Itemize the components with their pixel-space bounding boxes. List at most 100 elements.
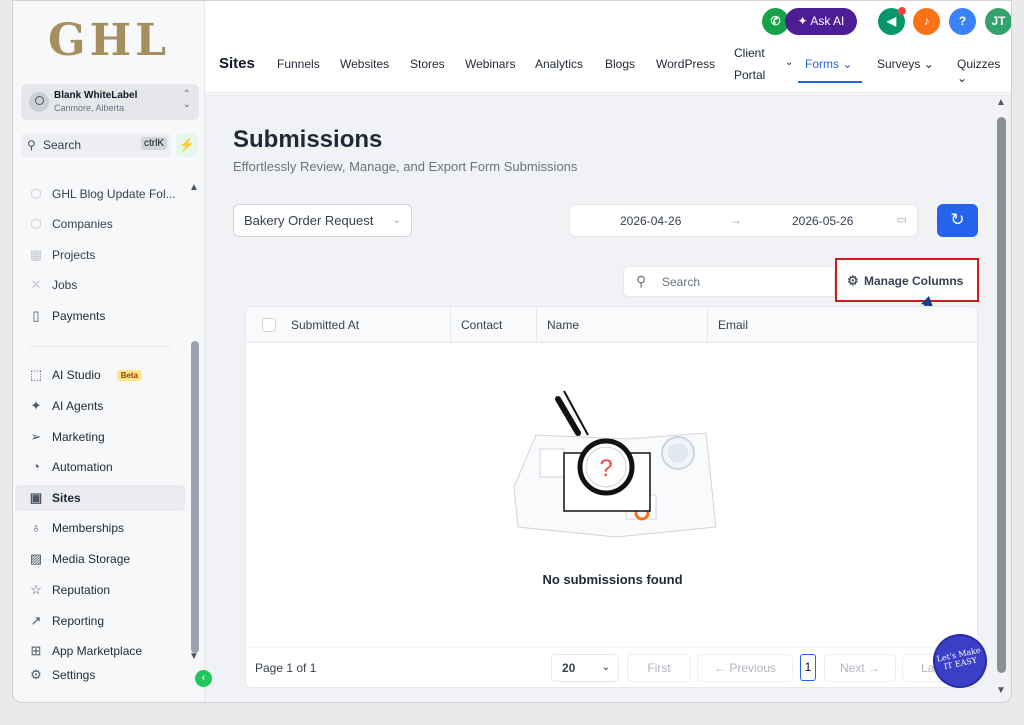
- quick-action-bolt-icon[interactable]: ⚡: [176, 133, 198, 157]
- sidebar-item-blog-folder[interactable]: ⬡ GHL Blog Update Fol...: [15, 181, 185, 207]
- submissions-search-input[interactable]: ⚲ Search: [623, 266, 835, 297]
- search-icon: ⚲: [636, 273, 647, 289]
- current-page-button[interactable]: 1: [800, 654, 816, 681]
- date-range-picker[interactable]: 2026-04-26 → 2026-05-26 ▭: [569, 204, 918, 237]
- next-page-button[interactable]: Next →: [824, 654, 896, 682]
- receipt-icon: ▯: [32, 308, 40, 323]
- sidebar-item-label: Payments: [52, 309, 106, 323]
- ai-studio-icon: ⬚: [29, 367, 43, 382]
- tab-wordpress[interactable]: WordPress: [656, 57, 715, 71]
- sidebar-item-label: Companies: [52, 217, 113, 231]
- sidebar-scroll-up-icon[interactable]: ▲: [189, 182, 199, 193]
- page-title: Submissions: [233, 126, 383, 153]
- tab-forms[interactable]: Forms ⌄: [805, 57, 852, 71]
- sidebar-item-projects[interactable]: ▦ Projects: [15, 242, 185, 268]
- sidebar-search-label: Search: [43, 138, 82, 152]
- scrollbar-thumb[interactable]: [997, 117, 1006, 673]
- scroll-down-icon[interactable]: ▼: [996, 685, 1006, 696]
- tab-stores[interactable]: Stores: [410, 57, 445, 71]
- sidebar-scroll-down-icon[interactable]: ▼: [189, 651, 199, 662]
- help-button[interactable]: ?: [949, 8, 976, 35]
- previous-page-button[interactable]: ← Previous: [697, 654, 793, 682]
- sidebar-item-marketing[interactable]: ➢ Marketing: [15, 424, 185, 450]
- sidebar-item-label: Media Storage: [52, 552, 131, 566]
- star-icon: ☆: [30, 582, 42, 597]
- empty-state-message: No submissions found: [542, 572, 683, 587]
- first-page-button[interactable]: First: [627, 654, 691, 682]
- tab-funnels[interactable]: Funnels: [277, 57, 320, 71]
- sidebar-item-label: Sites: [52, 491, 81, 505]
- search-placeholder: Search: [662, 275, 701, 289]
- award-icon: ♁: [31, 520, 41, 535]
- sidebar-search[interactable]: ⚲ Search ctrlK: [21, 133, 171, 157]
- sidebar-item-payments[interactable]: ▯ Payments: [15, 303, 185, 329]
- send-icon: ➢: [30, 429, 42, 444]
- table-header: Submitted At Contact Name Email: [246, 307, 977, 343]
- sidebar-item-label: Automation: [52, 460, 113, 474]
- column-contact[interactable]: Contact: [451, 307, 537, 343]
- tab-webinars[interactable]: Webinars: [465, 57, 515, 71]
- account-name: Blank WhiteLabel: [54, 90, 138, 101]
- sidebar-item-label: Jobs: [52, 278, 78, 292]
- previous-label: Previous: [729, 661, 777, 675]
- date-to: 2026-05-26: [792, 214, 854, 228]
- top-bar: ✆ ✦ Ask AI ◀ ♪ ? JT Sites Funnels Websit…: [205, 1, 1011, 93]
- column-name[interactable]: Name: [537, 307, 708, 343]
- briefcase-icon: ▦: [29, 247, 43, 262]
- tab-client-portal-line2[interactable]: Portal: [734, 68, 765, 82]
- sidebar-item-ai-studio[interactable]: ⬚ AI Studio Beta: [15, 362, 185, 388]
- page-scrollbar[interactable]: ▲ ▼: [994, 97, 1008, 701]
- ask-ai-button[interactable]: ✦ Ask AI: [785, 8, 857, 35]
- tab-surveys[interactable]: Surveys ⌄: [877, 57, 934, 71]
- sidebar: GHL Blank WhiteLabel Canmore, Alberta ⌃ ⌄…: [13, 1, 205, 702]
- megaphone-icon[interactable]: ◀: [878, 7, 906, 35]
- tab-blogs[interactable]: Blogs: [605, 57, 635, 71]
- sidebar-scrollbar[interactable]: [191, 341, 199, 653]
- sidebar-collapse-button[interactable]: ‹: [195, 670, 212, 687]
- building-icon: ⬡: [30, 216, 42, 231]
- tab-analytics[interactable]: Analytics: [535, 57, 583, 71]
- tab-quizzes[interactable]: Quizzes ⌄: [957, 57, 1011, 85]
- sidebar-item-label: Reputation: [52, 583, 111, 597]
- page-info: Page 1 of 1: [255, 661, 317, 675]
- chevron-down-icon[interactable]: ⌄: [785, 57, 793, 68]
- main-content: Submissions Effortlessly Review, Manage,…: [205, 94, 1011, 702]
- sidebar-item-jobs[interactable]: ✕ Jobs: [15, 272, 185, 298]
- page-size-select[interactable]: 20 ⌄: [551, 654, 619, 682]
- svg-text:?: ?: [599, 455, 612, 482]
- sidebar-item-sites[interactable]: ▣ Sites: [15, 485, 185, 511]
- select-all-checkbox[interactable]: [262, 318, 276, 332]
- refresh-button[interactable]: ↻: [937, 204, 978, 237]
- avatar[interactable]: JT: [985, 8, 1011, 35]
- tab-client-portal-line1[interactable]: Client: [734, 46, 765, 60]
- sidebar-item-media-storage[interactable]: ▨ Media Storage: [15, 546, 185, 572]
- sidebar-item-label: Settings: [52, 668, 96, 682]
- tab-quizzes-label: Quizzes: [957, 57, 1001, 71]
- sidebar-item-label: AI Studio: [52, 368, 101, 382]
- column-submitted-at[interactable]: Submitted At: [281, 307, 451, 343]
- form-select[interactable]: Bakery Order Request ⌄: [233, 204, 412, 237]
- sidebar-item-app-marketplace[interactable]: ⊞ App Marketplace: [15, 638, 185, 664]
- sidebar-item-label: Projects: [52, 248, 96, 262]
- arrow-right-icon: →: [730, 213, 742, 227]
- notification-dot: [898, 7, 906, 15]
- sidebar-item-automation[interactable]: ◔ Automation: [15, 454, 185, 480]
- chevron-down-icon: ⌄: [842, 57, 853, 71]
- sidebar-item-settings[interactable]: ⚙ Settings: [15, 662, 185, 688]
- date-from: 2026-04-26: [620, 214, 682, 228]
- sidebar-item-reporting[interactable]: ↗ Reporting: [15, 608, 185, 634]
- sidebar-item-memberships[interactable]: ♁ Memberships: [15, 515, 185, 541]
- next-label: Next: [839, 661, 865, 675]
- tab-websites[interactable]: Websites: [340, 57, 389, 71]
- bell-icon[interactable]: ♪: [913, 8, 940, 35]
- submissions-table: Submitted At Contact Name Email ? No sub: [245, 306, 978, 688]
- beta-badge: Beta: [116, 369, 143, 381]
- sidebar-item-label: GHL Blog Update Fol...: [52, 187, 176, 201]
- sidebar-item-ai-agents[interactable]: ✦ AI Agents: [15, 393, 185, 419]
- page-size-value: 20: [562, 661, 576, 675]
- sidebar-item-reputation[interactable]: ☆ Reputation: [15, 577, 185, 603]
- account-switcher[interactable]: Blank WhiteLabel Canmore, Alberta ⌃ ⌄: [21, 84, 199, 120]
- column-email[interactable]: Email: [708, 307, 977, 343]
- sidebar-item-companies[interactable]: ⬡ Companies: [15, 211, 185, 237]
- scroll-up-icon[interactable]: ▲: [996, 97, 1006, 108]
